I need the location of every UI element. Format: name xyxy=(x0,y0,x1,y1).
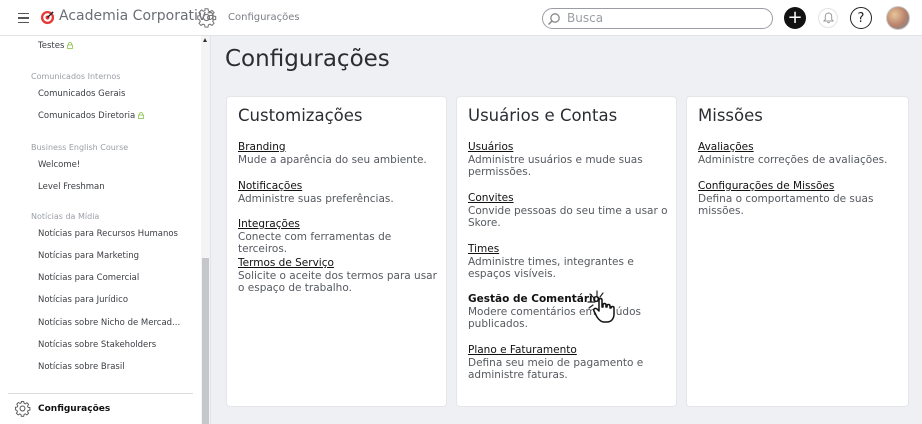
help-button[interactable]: ? xyxy=(850,7,872,29)
times-link[interactable]: Times xyxy=(468,243,668,256)
add-button[interactable]: + xyxy=(784,7,806,29)
avaliacoes-link[interactable]: Avaliações xyxy=(698,141,898,154)
branding-link[interactable]: Branding xyxy=(238,141,438,154)
lock-icon xyxy=(138,112,145,119)
entry-description: Administre suas preferências. xyxy=(238,193,394,205)
config-missoes-link[interactable]: Configurações de Missões xyxy=(698,180,898,193)
sidebar-item-level-freshman[interactable]: Level Freshman xyxy=(38,182,105,192)
entry-description: Mude a aparência do seu ambiente. xyxy=(238,154,427,166)
entry-branding: Branding Mude a aparência do seu ambient… xyxy=(238,141,438,166)
sidebar-group-comunicados: Comunicados Internos xyxy=(31,72,121,81)
entry-integracoes: Integrações Conecte com ferramentas de t… xyxy=(238,218,438,255)
entry-termos: Termos de Serviço Solicite o aceite dos … xyxy=(238,257,438,294)
brand-name[interactable]: Academia Corporativa xyxy=(59,8,215,24)
entry-gestao-comentarios: Gestão de Comentário Modere comentários … xyxy=(468,293,668,330)
card-missoes: Missões Avaliações Administre correções … xyxy=(687,97,908,406)
breadcrumb: Configurações xyxy=(228,12,300,23)
sidebar-item-noticias-brasil[interactable]: Notícias sobre Brasil xyxy=(38,362,125,372)
menu-icon[interactable] xyxy=(12,8,34,28)
plus-icon: + xyxy=(787,7,803,28)
entry-description: Administre usuários e mude suas permissõ… xyxy=(468,154,643,178)
top-bar: Academia Corporativa Configurações Busca… xyxy=(0,0,922,36)
lock-icon xyxy=(67,42,74,49)
integracoes-link[interactable]: Integrações xyxy=(238,218,438,231)
sidebar-item-noticias-marketing[interactable]: Notícias para Marketing xyxy=(38,251,139,261)
search-icon xyxy=(547,13,560,26)
sidebar-group-noticias: Notícias da Mídia xyxy=(31,212,100,221)
sidebar-item-label: Testes xyxy=(38,41,65,51)
sidebar-item-testes[interactable]: Testes xyxy=(38,41,74,51)
plano-faturamento-link[interactable]: Plano e Faturamento xyxy=(468,344,668,357)
entry-description: Defina o comportamento de suas missões. xyxy=(698,193,874,217)
convites-link[interactable]: Convites xyxy=(468,192,668,205)
search-placeholder: Busca xyxy=(567,11,604,25)
entry-description: Convide pessoas do seu time a usar o Sko… xyxy=(468,205,668,229)
sidebar-item-comunicados-diretoria[interactable]: Comunicados Diretoria xyxy=(38,111,145,121)
entry-convites: Convites Convide pessoas do seu time a u… xyxy=(468,192,668,229)
notificacoes-link[interactable]: Notificações xyxy=(238,180,438,193)
bell-icon xyxy=(822,12,834,24)
sidebar-item-noticias-comercial[interactable]: Notícias para Comercial xyxy=(38,273,139,283)
divider xyxy=(8,393,193,394)
card-usuarios-contas: Usuários e Contas Usuários Administre us… xyxy=(457,97,676,406)
entry-plano-faturamento: Plano e Faturamento Defina seu meio de p… xyxy=(468,344,668,381)
termos-link[interactable]: Termos de Serviço xyxy=(238,257,438,270)
entry-description: Solicite o aceite dos termos para usar o… xyxy=(238,270,437,294)
sidebar-item-noticias-juridico[interactable]: Notícias para Jurídico xyxy=(38,295,128,305)
entry-description: Modere comentários em údos publicados. xyxy=(468,306,645,330)
sidebar-item-noticias-nicho[interactable]: Notícias sobre Nicho de Mercad... xyxy=(38,318,180,328)
entry-notificacoes: Notificações Administre suas preferência… xyxy=(238,180,438,205)
entry-description: Administre correções de avaliações. xyxy=(698,154,888,166)
gear-icon xyxy=(14,400,31,417)
card-customizacoes: Customizações Branding Mude a aparência … xyxy=(227,97,446,406)
sidebar-group-business-english: Business English Course xyxy=(31,143,129,152)
entry-times: Times Administre times, integrantes e es… xyxy=(468,243,668,280)
gear-icon xyxy=(197,8,217,28)
notifications-button[interactable] xyxy=(818,8,838,28)
usuarios-link[interactable]: Usuários xyxy=(468,141,668,154)
card-title: Missões xyxy=(698,106,763,125)
search-input[interactable]: Busca xyxy=(542,8,773,29)
card-title: Usuários e Contas xyxy=(468,106,618,125)
hand-cursor-icon xyxy=(587,290,615,323)
entry-description: Administre times, integrantes e espaços … xyxy=(468,256,634,280)
card-title: Customizações xyxy=(238,106,363,125)
avatar[interactable] xyxy=(886,6,910,30)
entry-avaliacoes: Avaliações Administre correções de avali… xyxy=(698,141,898,166)
sidebar: Testes Comunicados Internos Comunicados … xyxy=(0,36,211,424)
entry-description: Defina seu meio de pagamento e administr… xyxy=(468,357,644,381)
entry-usuarios: Usuários Administre usuários e mude suas… xyxy=(468,141,668,178)
entry-description: Conecte com ferramentas de terceiros. xyxy=(238,231,392,255)
logo-icon xyxy=(40,10,55,25)
help-icon: ? xyxy=(857,10,865,26)
scroll-up-icon[interactable] xyxy=(203,38,207,42)
sidebar-item-configuracoes[interactable]: Configurações xyxy=(38,404,110,414)
gestao-comentarios-link[interactable]: Gestão de Comentário xyxy=(468,293,668,306)
page-title: Configurações xyxy=(225,46,390,72)
sidebar-item-noticias-stakeholders[interactable]: Notícias sobre Stakeholders xyxy=(38,340,156,350)
sidebar-item-noticias-rh[interactable]: Notícias para Recursos Humanos xyxy=(38,229,178,239)
sidebar-item-comunicados-gerais[interactable]: Comunicados Gerais xyxy=(38,89,125,99)
sidebar-item-welcome[interactable]: Welcome! xyxy=(38,160,80,170)
entry-config-missoes: Configurações de Missões Defina o compor… xyxy=(698,180,898,217)
scrollbar-thumb[interactable] xyxy=(202,258,209,424)
sidebar-item-label: Comunicados Diretoria xyxy=(38,111,136,121)
